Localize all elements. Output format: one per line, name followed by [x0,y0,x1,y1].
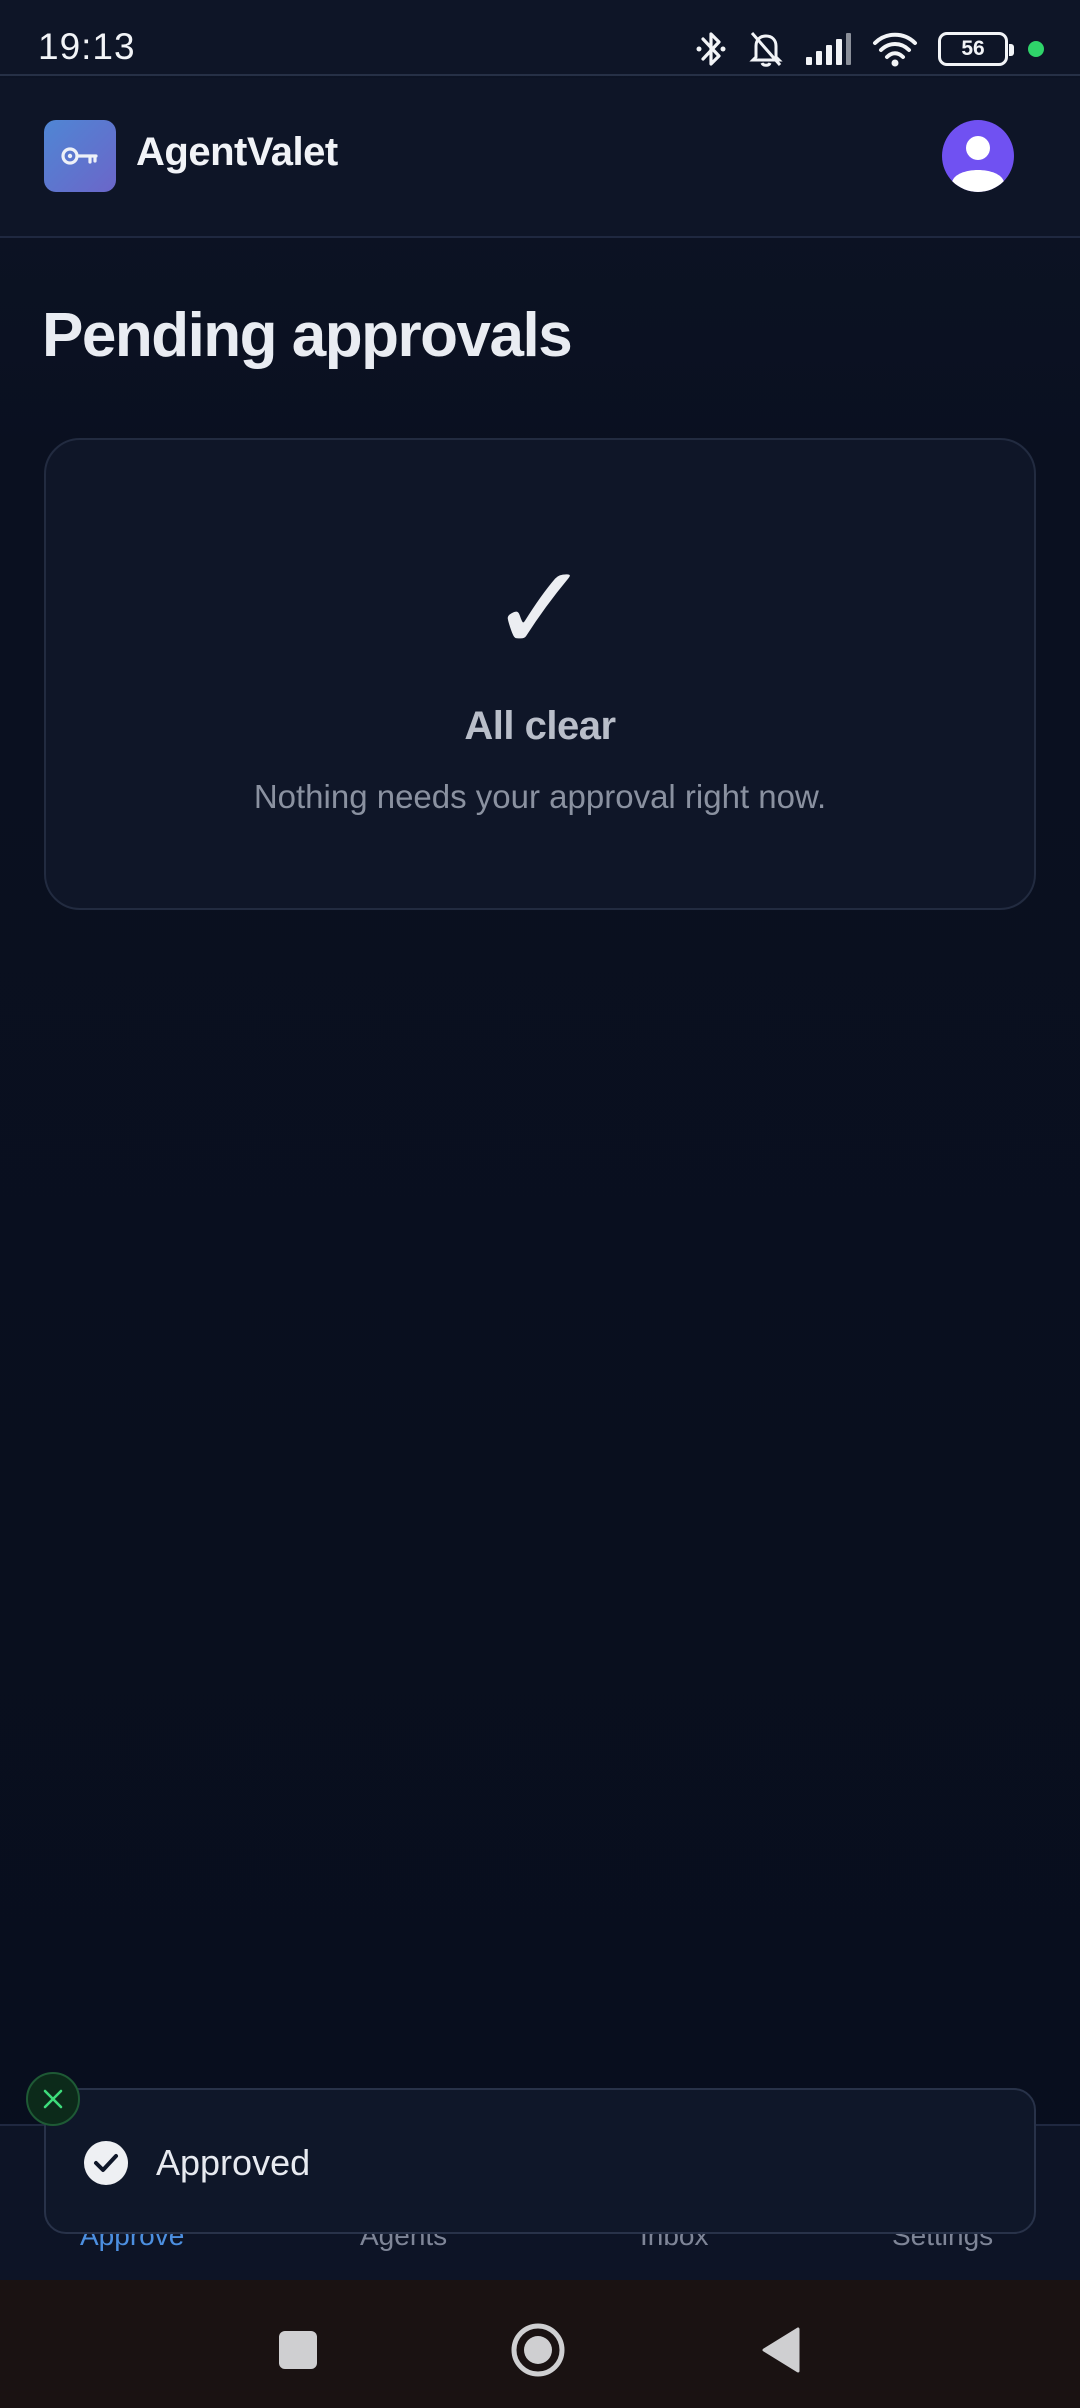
toast-notification[interactable]: Approved [44,2088,1036,2234]
check-circle-icon [84,2141,128,2185]
user-avatar-icon[interactable] [942,120,1014,192]
wifi-icon [872,31,918,67]
app-name: AgentValet [136,130,338,174]
status-icons: 56 [694,24,1044,74]
bluetooth-icon [694,29,728,69]
empty-state-title: All clear [464,704,616,748]
page-title: Pending approvals [42,301,573,370]
system-nav-bar [0,2280,1080,2408]
home-icon[interactable] [508,2320,568,2380]
privacy-indicator-dot [1028,41,1044,57]
screen: 19:13 56 AgentValet Pending approvals ✓ … [0,0,1080,2408]
empty-state-subtitle: Nothing needs your approval right now. [253,778,827,815]
check-mark-icon: ✓ [489,540,591,679]
status-bar: 19:13 56 [0,0,1080,76]
signal-icon [804,31,852,67]
battery-icon: 56 [938,32,1014,66]
key-icon [44,120,116,192]
back-icon[interactable] [752,2320,812,2380]
close-icon[interactable] [26,2072,80,2126]
status-time: 19:13 [38,26,136,67]
empty-state-card: ✓ All clear Nothing needs your approval … [44,438,1036,910]
app-header: AgentValet [0,78,1080,238]
recents-icon[interactable] [268,2320,328,2380]
bell-off-icon [748,29,784,69]
toast-message: Approved [156,2142,311,2183]
